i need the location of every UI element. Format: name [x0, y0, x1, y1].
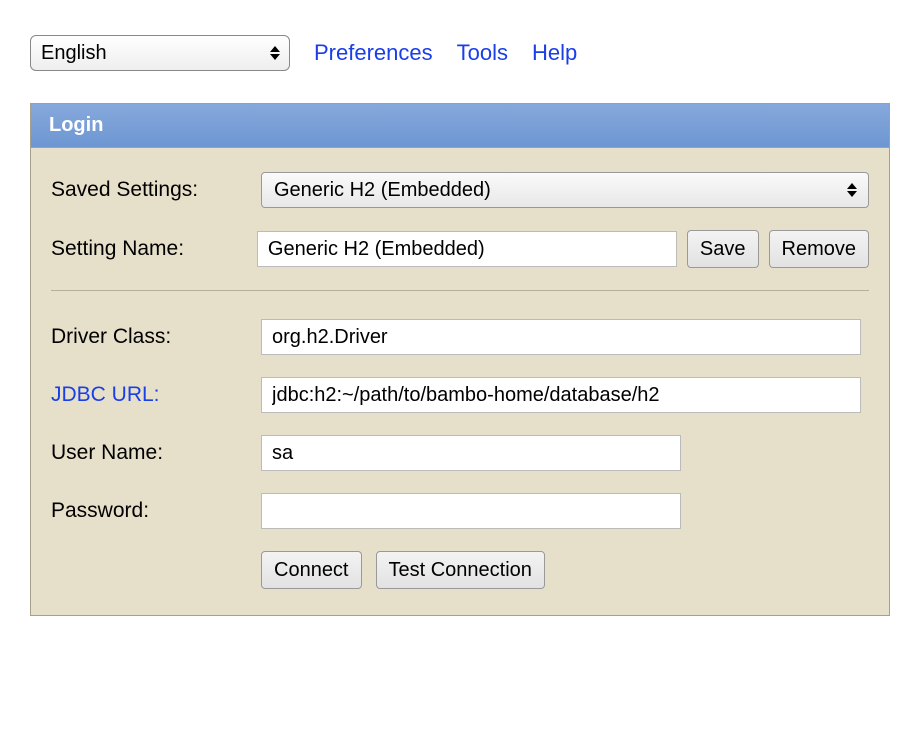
- user-name-input[interactable]: [261, 435, 681, 471]
- setting-name-input[interactable]: [257, 231, 677, 267]
- user-name-row: User Name:: [51, 435, 869, 471]
- connect-button[interactable]: Connect: [261, 551, 362, 589]
- driver-class-label: Driver Class:: [51, 325, 261, 349]
- driver-class-input[interactable]: [261, 319, 861, 355]
- divider: [51, 290, 869, 291]
- preferences-link[interactable]: Preferences: [314, 40, 433, 66]
- language-select-wrap: English: [30, 35, 290, 71]
- jdbc-url-input[interactable]: [261, 377, 861, 413]
- remove-button[interactable]: Remove: [769, 230, 869, 268]
- driver-class-row: Driver Class:: [51, 319, 869, 355]
- action-buttons: Connect Test Connection: [261, 551, 869, 589]
- password-input[interactable]: [261, 493, 681, 529]
- jdbc-url-row: JDBC URL:: [51, 377, 869, 413]
- language-select[interactable]: English: [30, 35, 290, 71]
- tools-link[interactable]: Tools: [457, 40, 508, 66]
- saved-settings-select[interactable]: Generic H2 (Embedded): [261, 172, 869, 208]
- top-bar: English Preferences Tools Help: [30, 35, 890, 71]
- setting-name-label: Setting Name:: [51, 237, 257, 261]
- saved-settings-row: Saved Settings: Generic H2 (Embedded): [51, 172, 869, 208]
- test-connection-button[interactable]: Test Connection: [376, 551, 545, 589]
- help-link[interactable]: Help: [532, 40, 577, 66]
- password-label: Password:: [51, 499, 261, 523]
- panel-body: Saved Settings: Generic H2 (Embedded) Se…: [31, 148, 889, 615]
- saved-settings-select-wrap: Generic H2 (Embedded): [261, 172, 869, 208]
- setting-name-row: Setting Name: Save Remove: [51, 230, 869, 268]
- password-row: Password:: [51, 493, 869, 529]
- jdbc-url-label[interactable]: JDBC URL:: [51, 383, 261, 407]
- user-name-label: User Name:: [51, 441, 261, 465]
- save-button[interactable]: Save: [687, 230, 759, 268]
- saved-settings-label: Saved Settings:: [51, 178, 261, 202]
- panel-title: Login: [31, 104, 889, 148]
- login-panel: Login Saved Settings: Generic H2 (Embedd…: [30, 103, 890, 616]
